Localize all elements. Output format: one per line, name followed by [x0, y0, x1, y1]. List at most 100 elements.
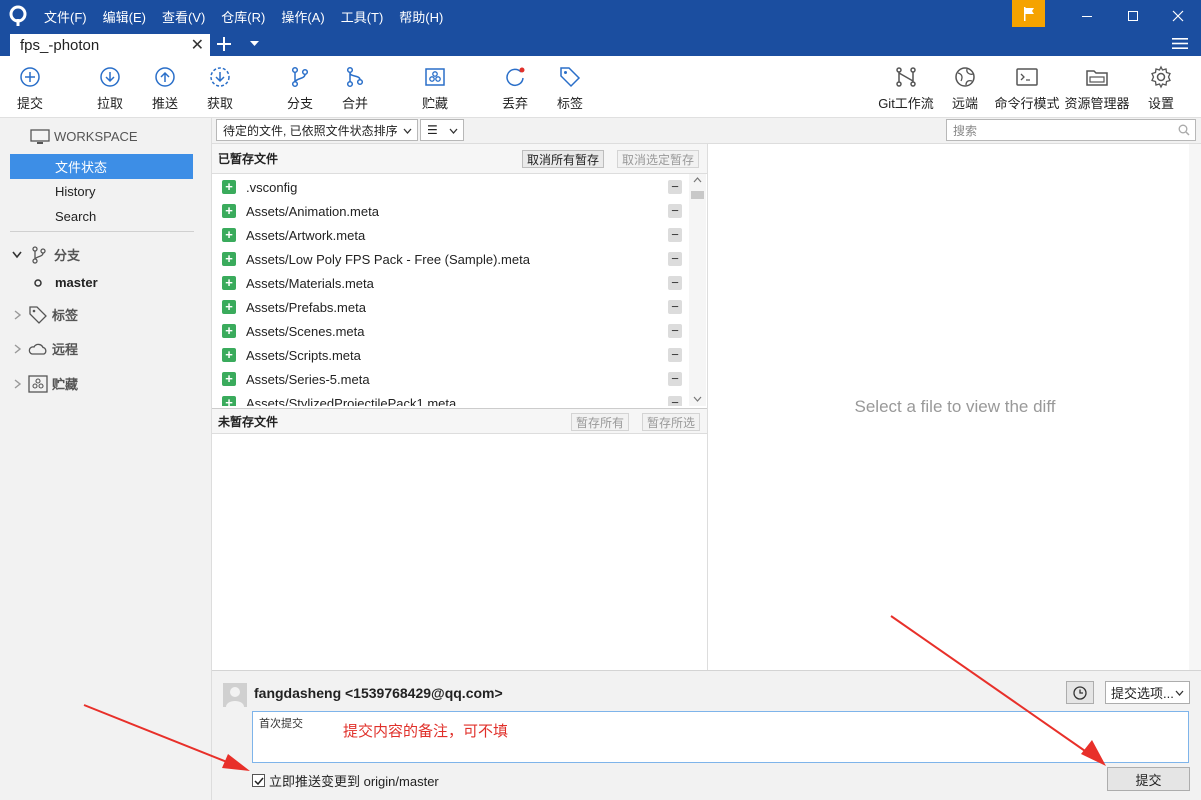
list-item[interactable]: + .vsconfig − — [212, 175, 688, 199]
added-icon: + — [222, 276, 236, 290]
menu-file[interactable]: 文件(F) — [36, 7, 95, 26]
history-button[interactable] — [1066, 681, 1094, 704]
sidebar-section-stashes[interactable]: 贮藏 — [0, 371, 212, 396]
repo-tab[interactable]: fps_-photon ✕ — [10, 34, 210, 56]
sort-dropdown[interactable]: 待定的文件, 已依照文件状态排序 — [216, 119, 418, 141]
sidebar-branch-master[interactable]: master — [0, 270, 212, 295]
list-item[interactable]: + Assets/Artwork.meta − — [212, 223, 688, 247]
close-tab-icon[interactable]: ✕ — [191, 35, 204, 55]
menu-help[interactable]: 帮助(H) — [391, 7, 451, 26]
gitflow-button[interactable]: Git工作流 — [877, 56, 935, 118]
list-item[interactable]: + Assets/Series-5.meta − — [212, 367, 688, 391]
close-window-button[interactable] — [1155, 0, 1201, 32]
commit-panel: fangdasheng <1539768429@qq.com> 提交选项... … — [212, 670, 1201, 800]
push-immediately-row[interactable]: 立即推送变更到 origin/master — [252, 771, 439, 790]
push-icon — [155, 67, 175, 87]
fetch-label: 获取 — [206, 96, 233, 111]
list-item[interactable]: + Assets/Prefabs.meta − — [212, 295, 688, 319]
file-path: Assets/Scripts.meta — [246, 347, 361, 363]
gear-icon — [1151, 65, 1171, 89]
stage-all-button[interactable]: 暂存所有 — [571, 413, 630, 431]
push-immediately-checkbox[interactable] — [252, 774, 265, 787]
tag-button[interactable]: 标签 — [554, 56, 586, 118]
branch-icon — [32, 245, 46, 264]
unstage-file-button[interactable]: − — [668, 372, 682, 386]
explorer-button[interactable]: 资源管理器 — [1065, 56, 1130, 118]
branch-icon — [291, 66, 309, 88]
push-button[interactable]: 推送 — [149, 56, 181, 118]
sidebar-item-history[interactable]: History — [0, 179, 212, 204]
commit-options-dropdown[interactable]: 提交选项... — [1105, 681, 1190, 704]
sidebar-item-search[interactable]: Search — [0, 204, 212, 229]
list-item[interactable]: + Assets/Low Poly FPS Pack - Free (Sample… — [212, 247, 688, 271]
unstage-selected-button[interactable]: 取消选定暂存 — [617, 150, 700, 168]
chevron-down-icon — [12, 251, 22, 258]
unstage-file-button[interactable]: − — [668, 204, 682, 218]
folder-icon — [1086, 70, 1108, 86]
sidebar-section-tags[interactable]: 标签 — [0, 302, 212, 327]
stash-label: 贮藏 — [421, 96, 448, 111]
staged-list-scrollbar[interactable] — [689, 174, 706, 406]
discard-button[interactable]: 丢弃 — [499, 56, 531, 118]
new-tab-icon[interactable] — [216, 36, 232, 52]
terminal-button[interactable]: 命令行模式 — [995, 56, 1060, 118]
menu-tools[interactable]: 工具(T) — [333, 7, 392, 26]
chevron-down-icon — [1175, 690, 1184, 696]
unstage-file-button[interactable]: − — [668, 324, 682, 338]
commit-button-label: 提交 — [1135, 772, 1162, 788]
unstage-file-button[interactable]: − — [668, 300, 682, 314]
file-path: Assets/StylizedProjectilePack1.meta — [246, 395, 457, 407]
menu-view[interactable]: 查看(V) — [154, 7, 213, 26]
hamburger-menu-icon[interactable] — [1172, 37, 1188, 50]
sidebar-section-remotes[interactable]: 远程 — [0, 336, 212, 361]
list-item[interactable]: + Assets/StylizedProjectilePack1.meta − — [212, 391, 688, 406]
current-branch-icon — [34, 278, 42, 287]
sidebar-item-file-status[interactable]: 文件状态 — [10, 154, 193, 179]
unstage-file-button[interactable]: − — [668, 396, 682, 406]
stage-selected-button[interactable]: 暂存所选 — [642, 413, 701, 431]
list-item[interactable]: + Assets/Scenes.meta − — [212, 319, 688, 343]
chevron-right-icon — [14, 343, 22, 354]
branch-button[interactable]: 分支 — [284, 56, 316, 118]
search-input[interactable]: 搜索 — [946, 119, 1196, 141]
menu-edit[interactable]: 编辑(E) — [95, 7, 154, 26]
menu-actions[interactable]: 操作(A) — [273, 7, 332, 26]
unstage-all-button[interactable]: 取消所有暂存 — [522, 150, 605, 168]
list-item[interactable]: + Assets/Animation.meta − — [212, 199, 688, 223]
unstage-file-button[interactable]: − — [668, 228, 682, 242]
pull-button[interactable]: 拉取 — [94, 56, 126, 118]
file-path: Assets/Series-5.meta — [246, 371, 370, 387]
stash-button[interactable]: 贮藏 — [419, 56, 451, 118]
staged-files-title: 已暂存文件 — [218, 152, 279, 166]
remote-button[interactable]: 远端 — [950, 56, 980, 118]
diff-scrollbar[interactable] — [1189, 144, 1201, 670]
view-mode-dropdown[interactable]: ☰ — [420, 119, 464, 141]
fetch-button[interactable]: 获取 — [204, 56, 236, 118]
commit-message-input[interactable]: 首次提交 提交内容的备注，可不填 — [252, 711, 1189, 763]
merge-button[interactable]: 合并 — [339, 56, 371, 118]
flag-button[interactable] — [1012, 0, 1045, 27]
commit-toolbar-label: 提交 — [16, 96, 43, 111]
unstage-file-button[interactable]: − — [668, 252, 682, 266]
unstaged-files-title: 未暂存文件 — [218, 414, 279, 429]
monitor-icon — [30, 128, 50, 144]
minimize-button[interactable] — [1064, 0, 1110, 32]
tab-dropdown-icon[interactable] — [250, 41, 259, 47]
unstaged-files-header: 未暂存文件 暂存所有 暂存所选 — [212, 408, 707, 434]
commit-button[interactable]: 提交 — [1107, 767, 1190, 791]
diff-empty-message: Select a file to view the diff — [854, 397, 1056, 416]
unstage-file-button[interactable]: − — [668, 180, 682, 194]
list-item[interactable]: + Assets/Materials.meta − — [212, 271, 688, 295]
sidebar-section-branches[interactable]: 分支 — [0, 242, 212, 267]
unstage-file-button[interactable]: − — [668, 348, 682, 362]
settings-button[interactable]: 设置 — [1146, 56, 1176, 118]
unstage-file-button[interactable]: − — [668, 276, 682, 290]
commit-toolbar-button[interactable]: 提交 — [14, 56, 46, 118]
list-item[interactable]: + Assets/Scripts.meta − — [212, 343, 688, 367]
scroll-down-icon[interactable] — [693, 396, 702, 402]
staged-files-header: 已暂存文件 取消所有暂存 取消选定暂存 — [212, 144, 707, 174]
scroll-thumb[interactable] — [691, 191, 704, 199]
menu-repository[interactable]: 仓库(R) — [213, 7, 273, 26]
maximize-button[interactable] — [1110, 0, 1156, 32]
scroll-up-icon[interactable] — [693, 177, 702, 183]
